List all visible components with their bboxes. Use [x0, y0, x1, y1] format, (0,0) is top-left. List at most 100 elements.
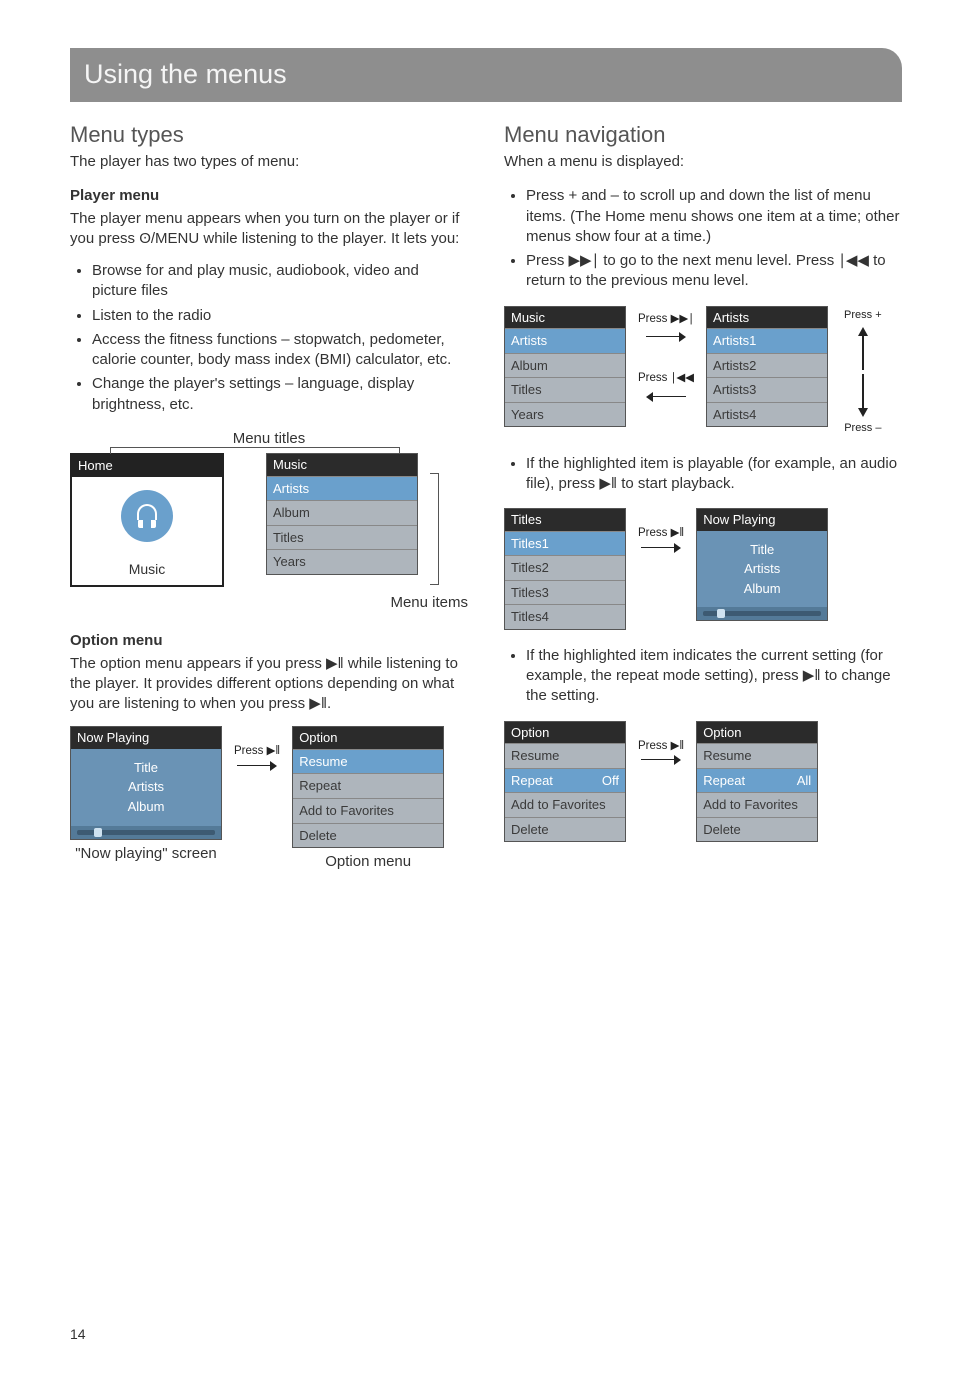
menu-types-sub: The player has two types of menu: — [70, 152, 468, 172]
press-prev-label: Press ∣◀◀ — [638, 371, 694, 387]
menu-item: Titles — [505, 377, 625, 402]
np-title: Title — [75, 759, 217, 777]
menu-item: Artists3 — [707, 377, 827, 402]
option-menu-mock: Option Resume Repeat Add to Favorites De… — [292, 726, 444, 848]
bullet: Press ▶▶∣ to go to the next menu level. … — [526, 251, 902, 292]
menu-item: Delete — [293, 823, 443, 848]
press-minus-label: Press – — [844, 421, 881, 436]
now-playing-title: Now Playing — [697, 509, 827, 531]
press-plus-label: Press + — [844, 308, 882, 323]
menu-item: Titles3 — [505, 580, 625, 605]
music-menu-mock: Music Artists Album Titles Years — [266, 453, 418, 575]
figure-next-prev: Music Artists Album Titles Years Press ▶… — [504, 306, 902, 438]
menu-navigation-sub: When a menu is displayed: — [504, 152, 902, 172]
bullet: If the highlighted item indicates the cu… — [526, 646, 902, 707]
arrow-right-icon — [641, 544, 681, 552]
panel-title: Music — [505, 307, 625, 329]
menu-item: Resume — [697, 743, 817, 768]
press-play-label: Press ▶‖ — [234, 744, 280, 760]
arrow-up-icon — [858, 327, 868, 336]
menu-item: Artists1 — [707, 328, 827, 353]
menu-navigation-heading: Menu navigation — [504, 120, 902, 150]
play-bullet-list: If the highlighted item is playable (for… — [504, 454, 902, 495]
menu-item: Resume — [293, 749, 443, 774]
now-playing-mock: Now Playing Title Artists Album — [696, 508, 828, 621]
menu-item: Add to Favorites — [293, 798, 443, 823]
option-menu-desc: The option menu appears if you press ▶‖ … — [70, 654, 468, 715]
menu-item: Artists2 — [707, 353, 827, 378]
menu-item: RepeatAll — [697, 768, 817, 793]
menu-item: Titles — [267, 525, 417, 550]
menu-item: Titles4 — [505, 604, 625, 629]
home-title: Home — [72, 455, 222, 477]
figure-nowplaying-option: Now Playing Title Artists Album "Now pla… — [70, 726, 468, 880]
menu-item: Add to Favorites — [697, 792, 817, 817]
player-menu-heading: Player menu — [70, 186, 468, 206]
figure-setting: Option Resume RepeatOff Add to Favorites… — [504, 721, 902, 843]
progress-bar — [77, 830, 215, 835]
titles-menu-mock: Titles Titles1 Titles2 Titles3 Titles4 — [504, 508, 626, 630]
np-title: Title — [701, 541, 823, 559]
figure-play: Titles Titles1 Titles2 Titles3 Titles4 P… — [504, 508, 902, 630]
home-screen-mock: Home Music — [70, 453, 224, 587]
press-play-label: Press ▶‖ — [638, 739, 684, 755]
menu-item: Album — [505, 353, 625, 378]
option-menu-caption: Option menu — [325, 852, 411, 872]
now-playing-title: Now Playing — [71, 727, 221, 749]
scroll-arrows: Press + Press – — [844, 306, 882, 438]
menu-types-heading: Menu types — [70, 120, 468, 150]
menu-item: Delete — [697, 817, 817, 842]
brace-icon — [430, 473, 439, 585]
option-menu-mock: Option Resume RepeatOff Add to Favorites… — [504, 721, 626, 843]
now-playing-mock: Now Playing Title Artists Album — [70, 726, 222, 839]
np-album: Album — [75, 798, 217, 816]
menu-item: Album — [267, 500, 417, 525]
arrow-down-icon — [858, 408, 868, 417]
now-playing-caption: "Now playing" screen — [75, 844, 217, 864]
menu-item: Resume — [505, 743, 625, 768]
nav-bullets: Press + and – to scroll up and down the … — [504, 186, 902, 291]
menu-item: Artists — [505, 328, 625, 353]
figure-home-music: Home Music Music Artists Album Titles Ye… — [70, 453, 468, 587]
player-menu-bullets: Browse for and play music, audiobook, vi… — [70, 261, 468, 415]
menu-titles-label: Menu titles — [70, 429, 468, 449]
press-play-label: Press ▶‖ — [638, 526, 684, 542]
panel-title: Artists — [707, 307, 827, 329]
menu-item: Titles2 — [505, 555, 625, 580]
bullet: Change the player's settings – language,… — [92, 374, 468, 415]
page-number: 14 — [70, 1325, 86, 1344]
menu-item: Years — [267, 549, 417, 574]
bullet: Press + and – to scroll up and down the … — [526, 186, 902, 247]
press-next-label: Press ▶▶∣ — [638, 312, 694, 328]
bullet: If the highlighted item is playable (for… — [526, 454, 902, 495]
arrow-right-icon — [641, 756, 681, 764]
setting-bullet-list: If the highlighted item indicates the cu… — [504, 646, 902, 707]
arrow-right-icon — [646, 333, 686, 341]
np-artists: Artists — [701, 560, 823, 578]
home-footer: Music — [72, 556, 222, 585]
headphones-icon — [121, 490, 173, 542]
artists-menu-mock: Artists Artists1 Artists2 Artists3 Artis… — [706, 306, 828, 428]
option-menu-mock: Option Resume RepeatAll Add to Favorites… — [696, 721, 818, 843]
bullet: Access the fitness functions – stopwatch… — [92, 330, 468, 371]
panel-title: Option — [697, 722, 817, 744]
panel-title: Titles — [505, 509, 625, 531]
menu-item: Titles1 — [505, 531, 625, 556]
right-column: Menu navigation When a menu is displayed… — [504, 120, 902, 886]
menu-item: Years — [505, 402, 625, 427]
arrow-left-icon — [646, 393, 686, 401]
menu-item: Artists4 — [707, 402, 827, 427]
menu-item: Artists — [267, 476, 417, 501]
arrow-right-icon — [237, 762, 277, 770]
bullet: Browse for and play music, audiobook, vi… — [92, 261, 468, 302]
menu-item: Add to Favorites — [505, 792, 625, 817]
menu-item: RepeatOff — [505, 768, 625, 793]
progress-bar — [703, 611, 821, 616]
bullet: Listen to the radio — [92, 306, 468, 326]
menu-item: Delete — [505, 817, 625, 842]
page-banner: Using the menus — [70, 48, 902, 102]
option-menu-heading: Option menu — [70, 631, 468, 651]
menu-item: Repeat — [293, 773, 443, 798]
panel-title: Option — [505, 722, 625, 744]
np-album: Album — [701, 580, 823, 598]
